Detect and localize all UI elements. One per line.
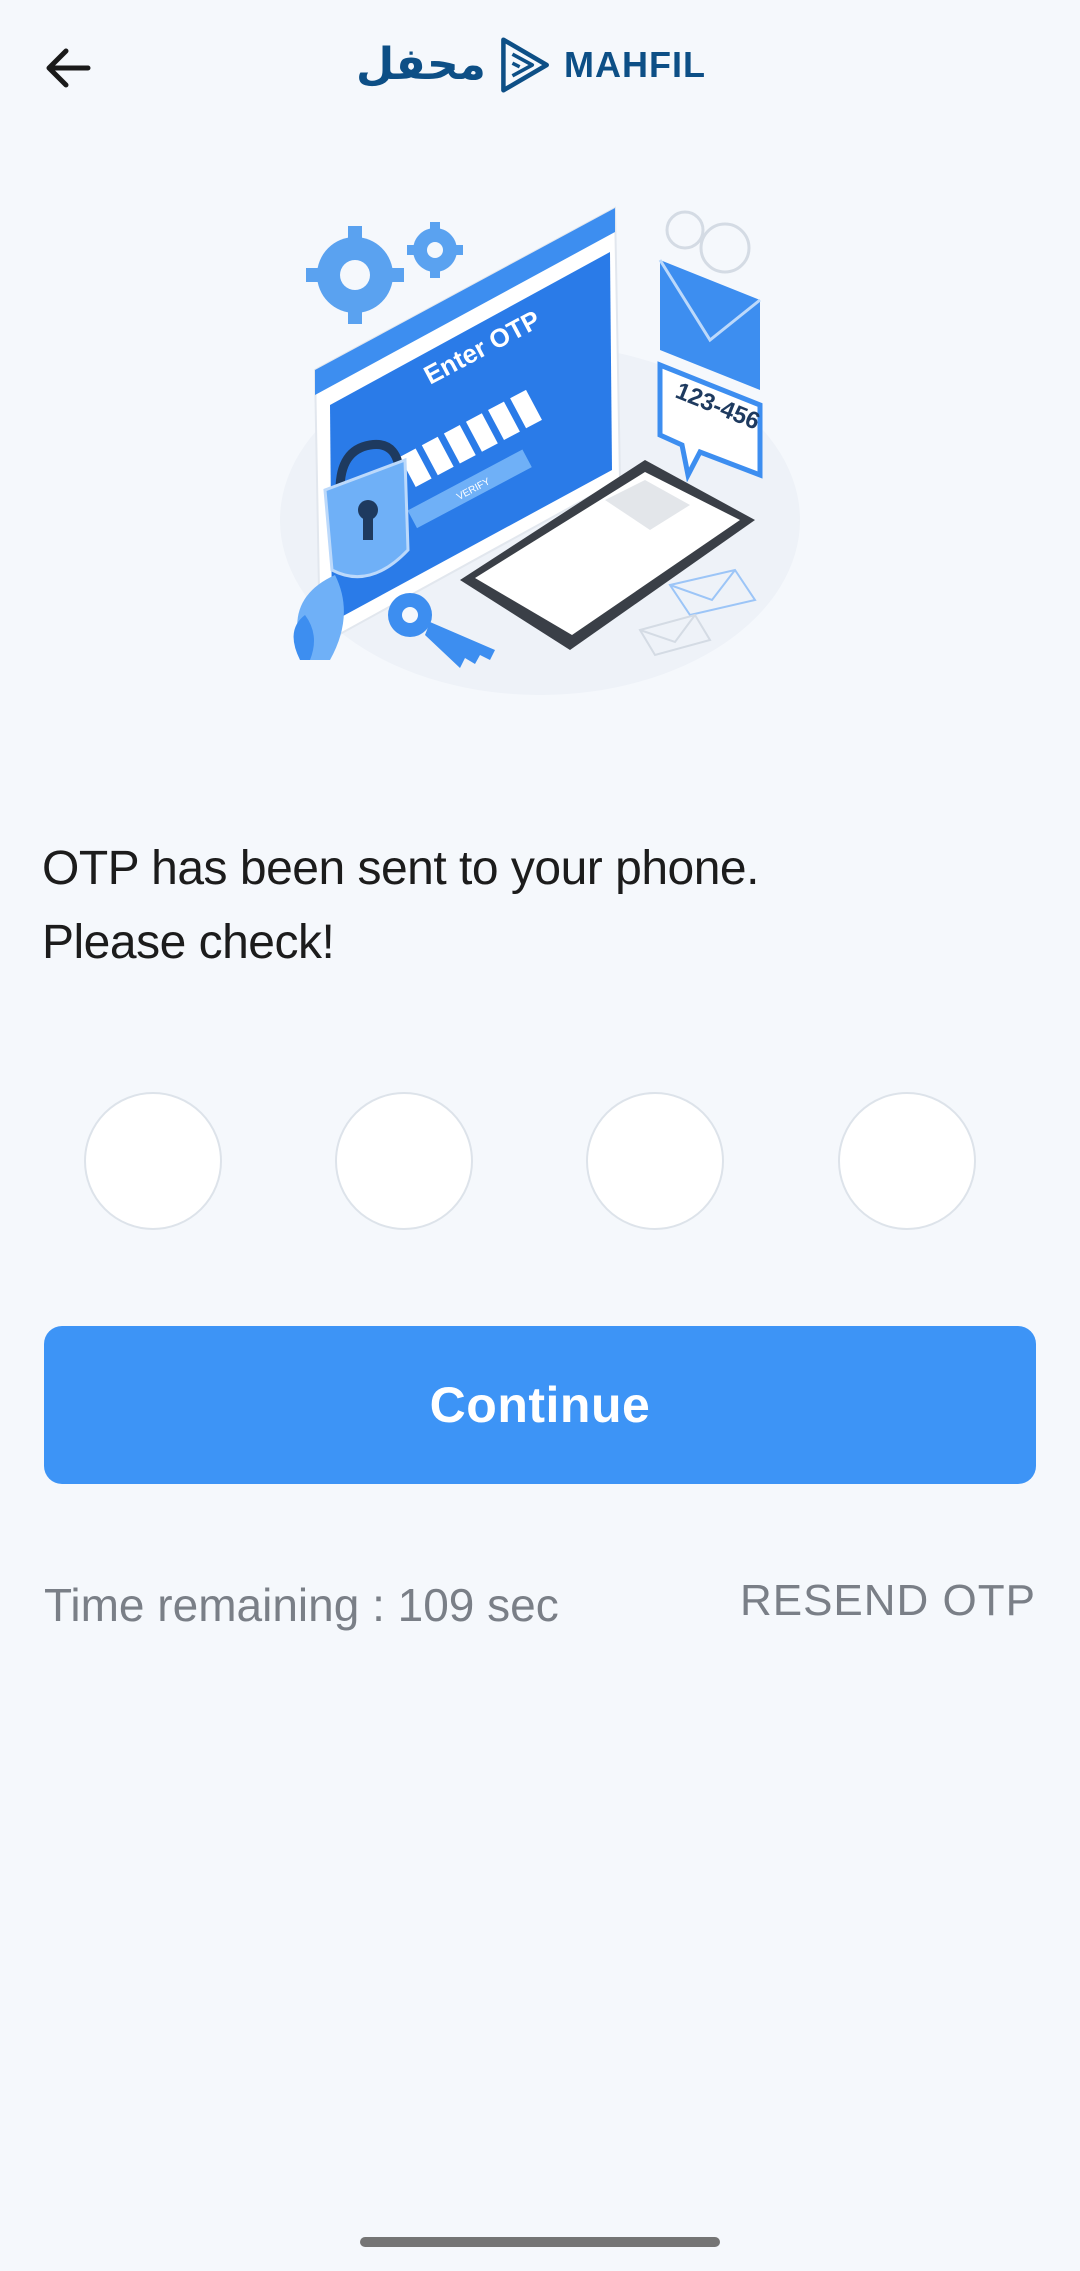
otp-digit-4[interactable] xyxy=(838,1092,976,1230)
resend-otp-button[interactable]: RESEND OTP xyxy=(740,1576,1036,1626)
title-line-2: Please check! xyxy=(42,916,335,969)
otp-input-row xyxy=(0,1092,1080,1234)
gear-small-icon xyxy=(407,222,463,278)
back-button[interactable] xyxy=(36,36,100,100)
home-indicator[interactable] xyxy=(360,2237,720,2247)
otp-digit-1[interactable] xyxy=(84,1092,222,1230)
gear-icon xyxy=(306,226,404,324)
title-line-1: OTP has been sent to your phone. xyxy=(42,842,759,895)
otp-digit-3[interactable] xyxy=(586,1092,724,1230)
time-remaining-text: Time remaining : 109 sec xyxy=(44,1579,559,1631)
play-triangle-logo-icon xyxy=(501,37,549,93)
otp-illustration: Enter OTP VERIFY 123-456 xyxy=(280,206,800,695)
logo-latin-text: MAHFIL xyxy=(564,44,706,85)
otp-digit-2[interactable] xyxy=(335,1092,473,1230)
continue-button[interactable]: Continue xyxy=(44,1326,1036,1484)
otp-sent-message: OTP has been sent to your phone. Please … xyxy=(42,832,1042,980)
gear-outline-icon xyxy=(665,210,751,274)
logo-arabic-text: محفل xyxy=(356,39,486,90)
arrow-left-icon xyxy=(46,48,91,88)
mahfil-logo: محفل MAHFIL xyxy=(356,30,706,100)
app-header: محفل MAHFIL xyxy=(0,0,1080,130)
